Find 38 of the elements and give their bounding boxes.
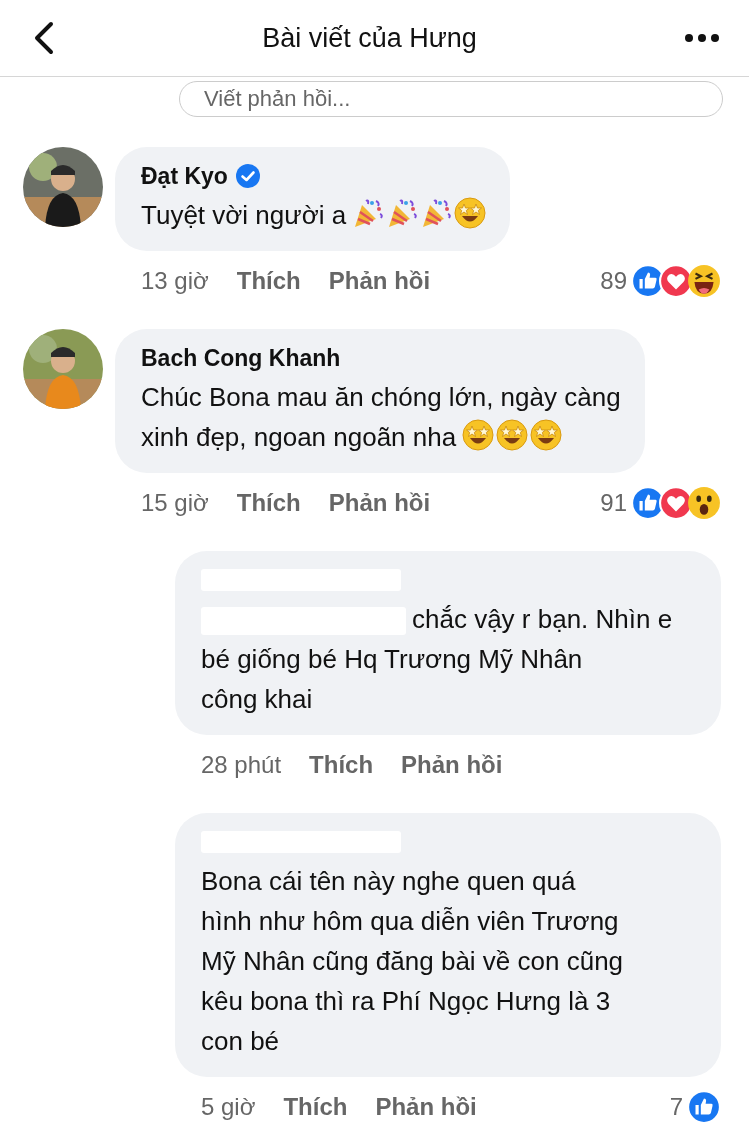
more-icon[interactable] [685, 34, 719, 42]
reply-link[interactable]: Phản hồi [375, 1093, 477, 1121]
author-name[interactable]: Bach Cong Khanh [141, 344, 341, 372]
comment-text: xinh đẹp, ngoan ngoãn nha [141, 422, 457, 452]
reply-field[interactable]: Viết phản hồi... [179, 81, 723, 117]
verified-icon [235, 164, 260, 188]
like-link[interactable]: Thích [309, 751, 374, 779]
comment-time: 13 giờ [141, 267, 209, 295]
reaction-count: 7 [669, 1093, 683, 1121]
comment-text: hình như hôm qua diễn viên Trương [201, 906, 619, 936]
back-icon[interactable] [34, 21, 54, 55]
laughing-face-icon[interactable] [687, 264, 721, 298]
comment-time: 5 giờ [201, 1093, 256, 1121]
reply-link[interactable]: Phản hồi [328, 489, 431, 517]
like-link[interactable]: Thích [236, 489, 301, 517]
surprised-face-icon[interactable] [687, 486, 721, 520]
comment-text: chắc vậy r bạn. Nhìn e [412, 604, 673, 634]
like-link[interactable]: Thích [236, 267, 301, 295]
like-reaction-icon[interactable] [687, 1090, 721, 1124]
comment-text: Chúc Bona mau ăn chóng lớn, ngày càng [141, 382, 621, 412]
heart-reaction-icon[interactable] [659, 264, 693, 298]
comment-time: 28 phút [201, 751, 282, 779]
reaction-count: 89 [600, 267, 627, 295]
comment-text: Mỹ Nhân cũng đăng bài về con cũng [201, 946, 624, 976]
like-link[interactable]: Thích [283, 1093, 348, 1121]
author-name[interactable]: Đạt Kyo [141, 162, 228, 190]
comment-text: Bona cái tên này nghe quen quá [201, 866, 576, 896]
comment-text: con bé [201, 1026, 280, 1056]
comment-text: kêu bona thì ra Phí Ngọc Hưng là 3 [201, 986, 611, 1016]
reply-link[interactable]: Phản hồi [328, 267, 431, 295]
heart-reaction-icon[interactable] [659, 486, 693, 520]
comment-time: 15 giờ [141, 489, 209, 517]
comment-text: công khai [201, 684, 313, 714]
reply-link[interactable]: Phản hồi [401, 751, 503, 779]
comment-text: Tuyệt vời người a [141, 200, 347, 230]
comment-text: bé giống bé Hq Trương Mỹ Nhân [201, 644, 583, 674]
reaction-count: 91 [600, 489, 627, 517]
page-title: Bài viết của Hưng [262, 22, 477, 54]
